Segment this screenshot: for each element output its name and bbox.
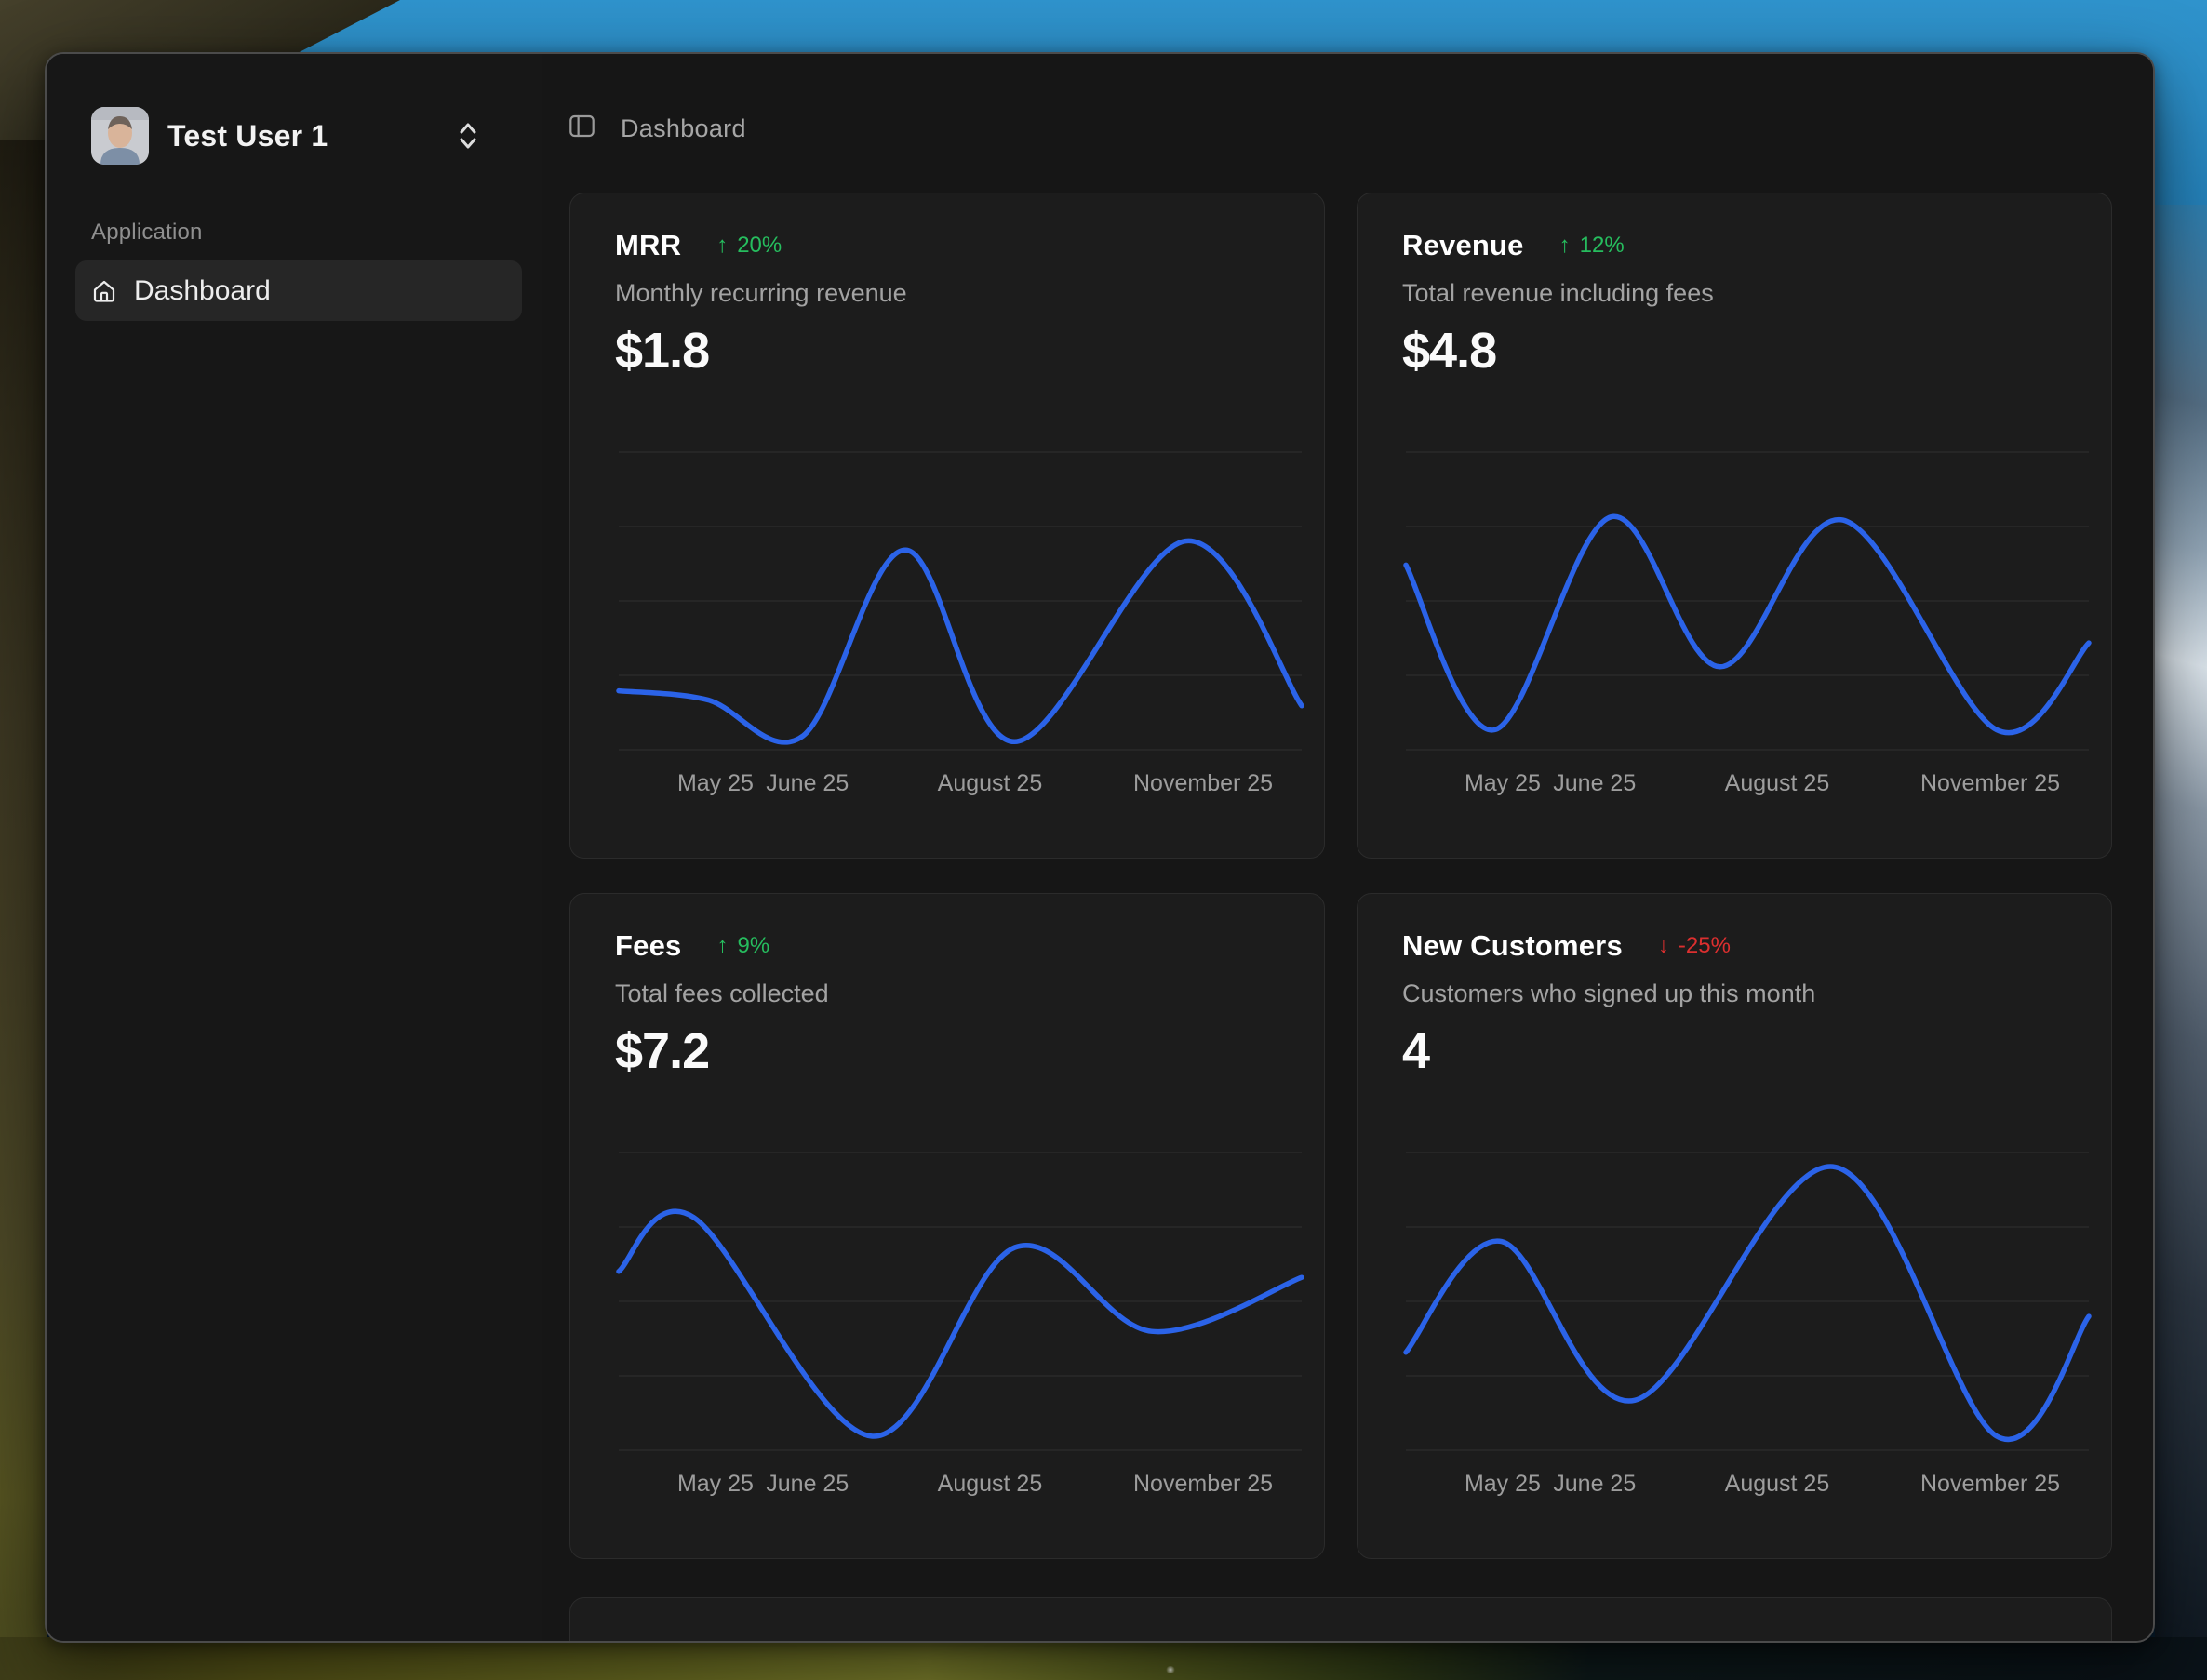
card-title: Fees (615, 929, 681, 963)
trend-value: 12% (1580, 233, 1625, 259)
line-chart: May 25 June 25 August 25 November 25 (619, 1152, 1300, 1514)
card-value: 4 (1402, 1022, 1429, 1080)
sidebar-section-label: Application (91, 220, 203, 246)
axis-tick-label: June 25 (766, 770, 849, 797)
axis-tick-label: November 25 (1133, 1471, 1273, 1498)
trend-value: -25% (1679, 933, 1731, 959)
chart-line-series (619, 540, 1302, 742)
axis-tick-label: May 25 (677, 770, 754, 797)
axis-tick-label: June 25 (1553, 770, 1636, 797)
trend-value: 20% (737, 233, 782, 259)
trend-arrow-icon: ↑ (716, 233, 728, 259)
axis-tick-label: June 25 (1553, 1471, 1636, 1498)
app-window: Test User 1 Application Dashboard (45, 52, 2155, 1643)
main-content: Dashboard MRR ↑ 20% Monthly recurring re… (542, 54, 2153, 1641)
chart-line-series (1406, 516, 2089, 732)
axis-tick-label: August 25 (938, 1471, 1043, 1498)
card-value: $1.8 (615, 322, 709, 380)
sidebar-item-dashboard[interactable]: Dashboard (75, 260, 522, 321)
chart-svg (1406, 451, 2089, 751)
wallpaper-mountain-right (2155, 205, 2207, 1637)
card-title: New Customers (1402, 929, 1623, 963)
page-title: Dashboard (621, 114, 746, 143)
line-chart: May 25 June 25 August 25 November 25 (1406, 1152, 2087, 1514)
partial-card (569, 1597, 2112, 1643)
chart-svg (619, 1152, 1302, 1451)
chart-line-series (1406, 1167, 2089, 1439)
card-value: $7.2 (615, 1022, 709, 1080)
card-subtitle: Total revenue including fees (1402, 279, 1714, 308)
card-value: $4.8 (1402, 322, 1496, 380)
line-chart: May 25 June 25 August 25 November 25 (1406, 451, 2087, 814)
axis-tick-label: November 25 (1920, 1471, 2060, 1498)
desktop-wallpaper: Test User 1 Application Dashboard (0, 0, 2207, 1680)
user-name: Test User 1 (167, 119, 328, 153)
trend-badge: ↑ 12% (1559, 233, 1625, 259)
trend-arrow-icon: ↓ (1658, 933, 1669, 959)
nav-item-label: Dashboard (134, 275, 271, 307)
page-header: Dashboard (568, 112, 746, 145)
axis-tick-label: August 25 (938, 770, 1043, 797)
chart-line-series (619, 1211, 1302, 1436)
trend-badge: ↑ 20% (716, 233, 782, 259)
sidebar: Test User 1 Application Dashboard (47, 54, 542, 1641)
axis-tick-label: November 25 (1920, 770, 2060, 797)
trend-badge: ↑ 9% (716, 933, 769, 959)
card-subtitle: Total fees collected (615, 980, 829, 1008)
trend-value: 9% (737, 933, 769, 959)
axis-tick-label: May 25 (1465, 770, 1541, 797)
axis-tick-label: June 25 (766, 1471, 849, 1498)
sidebar-toggle-icon[interactable] (568, 112, 596, 145)
home-icon (91, 278, 117, 304)
chevron-up-down-icon (456, 121, 480, 151)
axis-tick-label: May 25 (1465, 1471, 1541, 1498)
axis-tick-label: August 25 (1725, 1471, 1830, 1498)
trend-arrow-icon: ↑ (716, 933, 728, 959)
metric-card-new-customers: New Customers ↓ -25% Customers who signe… (1357, 893, 2112, 1559)
line-chart: May 25 June 25 August 25 November 25 (619, 451, 1300, 814)
card-subtitle: Customers who signed up this month (1402, 980, 1815, 1008)
axis-tick-label: May 25 (677, 1471, 754, 1498)
user-menu[interactable]: Test User 1 (91, 107, 501, 165)
card-title: MRR (615, 229, 681, 262)
chart-svg (619, 451, 1302, 751)
metric-card-fees: Fees ↑ 9% Total fees collected $7.2 May … (569, 893, 1325, 1559)
wallpaper-grass-bottom (0, 1637, 2207, 1680)
card-subtitle: Monthly recurring revenue (615, 279, 907, 308)
trend-badge: ↓ -25% (1658, 933, 1731, 959)
axis-tick-label: August 25 (1725, 770, 1830, 797)
metric-card-mrr: MRR ↑ 20% Monthly recurring revenue $1.8… (569, 193, 1325, 859)
axis-tick-label: November 25 (1133, 770, 1273, 797)
user-avatar (91, 107, 149, 165)
wallpaper-rock-left (0, 140, 47, 1680)
chart-svg (1406, 1152, 2089, 1451)
wallpaper-highlight-dot (1166, 1666, 1175, 1673)
trend-arrow-icon: ↑ (1559, 233, 1571, 259)
metric-card-revenue: Revenue ↑ 12% Total revenue including fe… (1357, 193, 2112, 859)
card-title: Revenue (1402, 229, 1524, 262)
